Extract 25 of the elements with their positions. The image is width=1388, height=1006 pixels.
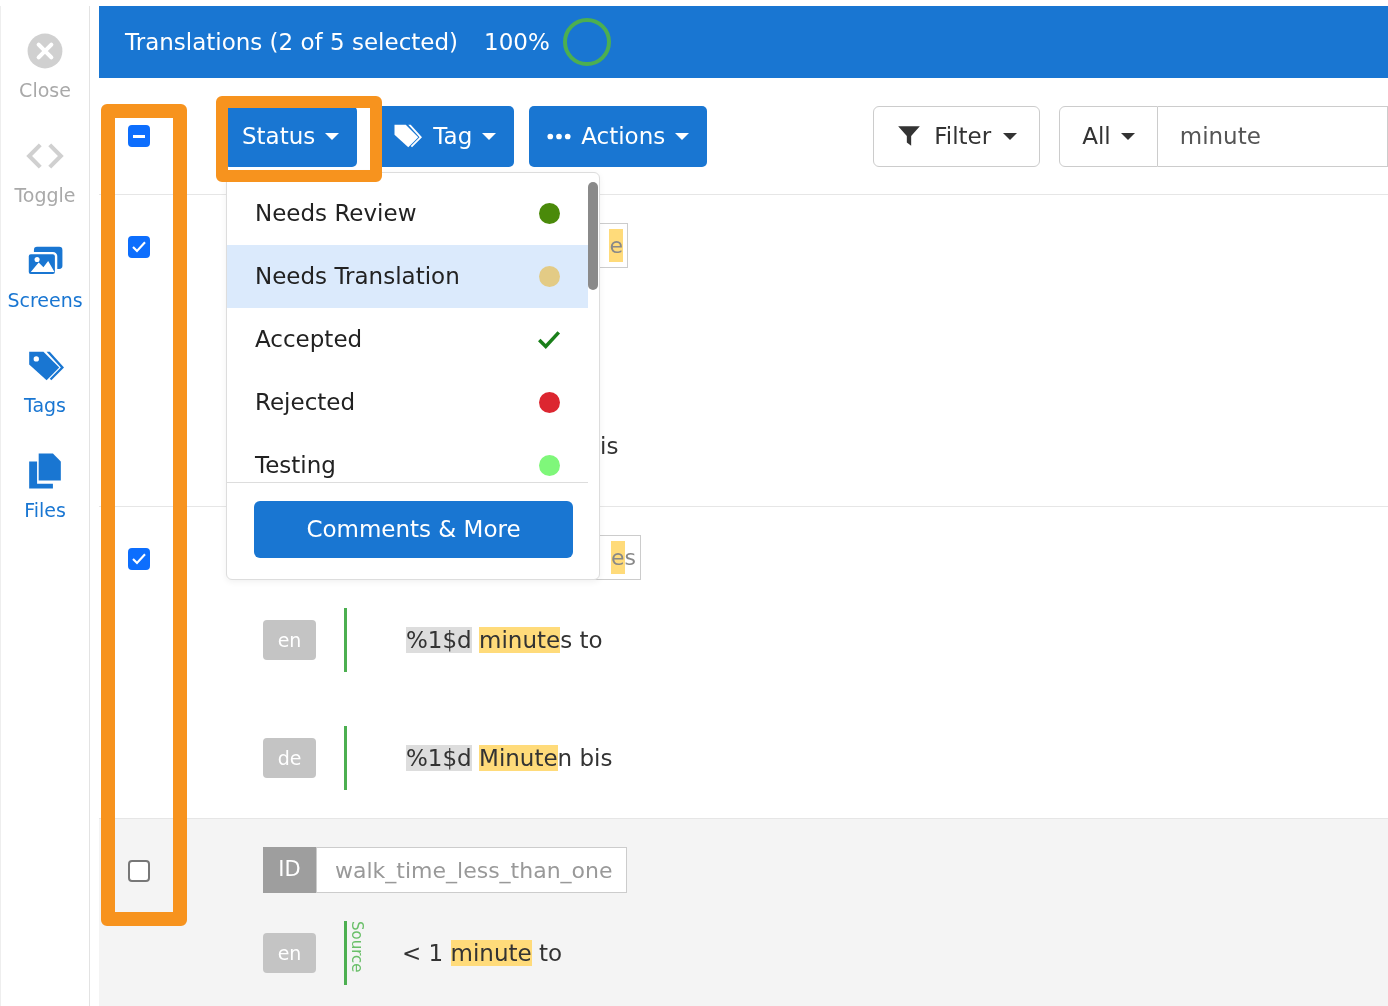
menu-item[interactable]: Testing <box>227 434 588 482</box>
search-field[interactable]: minute <box>1157 105 1388 167</box>
menu-item[interactable]: Needs Translation <box>227 245 588 308</box>
dropdown-button[interactable]: Actions <box>529 105 708 167</box>
filter-button[interactable]: Filter <box>873 105 1041 167</box>
translation-text: %1$d minutes to <box>406 625 603 655</box>
menu-item[interactable]: Needs Review <box>227 182 588 245</box>
language-badge: de <box>263 738 316 778</box>
header-title: Translations (2 of 5 selected) <box>125 27 459 57</box>
sidebar-item[interactable]: Screens <box>1 242 89 347</box>
source-label: Source <box>349 921 364 975</box>
language-badge: en <box>263 933 316 973</box>
sidebar-item[interactable]: Files <box>1 452 89 557</box>
menu-item[interactable]: Rejected <box>227 371 588 434</box>
translation-text: %1$d Minuten bis <box>406 743 613 773</box>
translation-text: < 1 minute to <box>402 938 563 968</box>
sidebar-item[interactable]: Tags <box>1 347 89 452</box>
menu-item[interactable]: Accepted <box>227 308 588 371</box>
id-label: ID <box>263 847 316 893</box>
id-field[interactable]: walk_time_less_than_one <box>316 847 627 893</box>
progress-percent: 100% <box>484 27 550 57</box>
translation-text: is <box>600 431 619 461</box>
scope-dropdown[interactable]: All <box>1059 105 1158 167</box>
comments-button[interactable]: Comments & More <box>254 501 573 558</box>
language-badge: en <box>263 620 316 660</box>
